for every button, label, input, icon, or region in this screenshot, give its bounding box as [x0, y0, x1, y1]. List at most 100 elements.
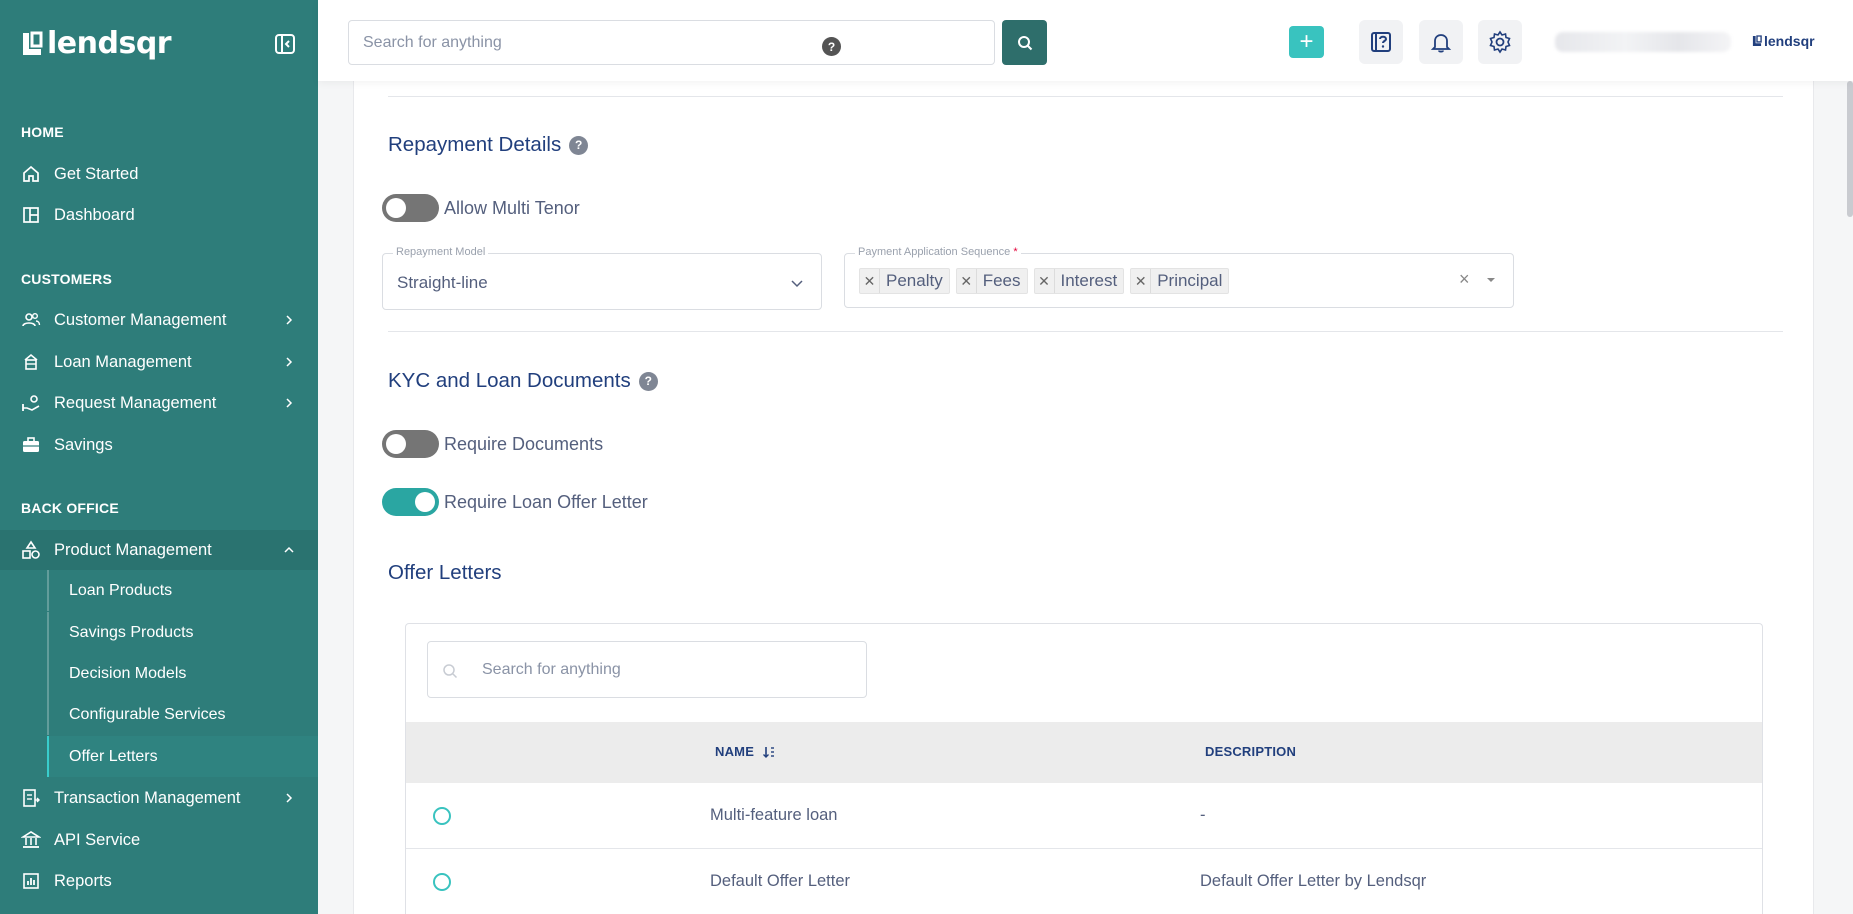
page-scrollbar[interactable] — [1847, 81, 1853, 217]
lendsqr-logo-mark-small — [1752, 35, 1762, 46]
settings-button[interactable] — [1478, 20, 1522, 64]
sidebar-item-customer-management[interactable]: Customer Management — [0, 300, 318, 340]
offer-letters-search-input[interactable] — [428, 642, 866, 697]
sidebar-section-home: HOME — [21, 124, 64, 140]
sort-icon[interactable] — [762, 745, 776, 759]
home-icon — [21, 164, 41, 184]
sidebar-item-get-started[interactable]: Get Started — [0, 154, 318, 194]
allow-multi-tenor-toggle[interactable] — [382, 194, 439, 222]
sequence-tag-label: Interest — [1060, 271, 1118, 290]
chevron-right-icon — [286, 315, 293, 325]
sidebar-item-product-management[interactable]: Product Management — [0, 530, 318, 570]
sidebar: lendsqr HOME Get Started Dashboard CUSTO… — [0, 0, 318, 914]
toggle-knob — [386, 198, 406, 218]
table-row[interactable]: Default Offer Letter Default Offer Lette… — [406, 849, 1762, 914]
chevron-right-icon — [286, 398, 293, 408]
table-row[interactable]: Multi-feature loan - — [406, 783, 1762, 849]
help-icon[interactable]: ? — [569, 135, 589, 155]
remove-tag-icon[interactable]: ✕ — [860, 269, 880, 293]
bank-icon — [21, 830, 41, 850]
column-header-description: DESCRIPTION — [1205, 744, 1296, 759]
require-offer-letter-row: Require Loan Offer Letter — [382, 488, 648, 516]
briefcase-icon — [21, 435, 41, 455]
sequence-tag-label: Penalty — [886, 271, 943, 290]
help-icon[interactable]: ? — [638, 371, 658, 391]
sidebar-subitem-label: Decision Models — [69, 664, 187, 682]
offer-letters-table-card: NAME DESCRIPTION Multi-feature loan - De… — [405, 623, 1763, 914]
repayment-details-title: Repayment Details — [388, 133, 562, 156]
caret-down-icon[interactable] — [1486, 276, 1496, 284]
top-bar: ? + lendsqr — [318, 0, 1853, 81]
product-icon — [21, 540, 41, 560]
sequence-tag: ✕ Fees — [955, 268, 1028, 294]
notifications-button[interactable] — [1419, 20, 1463, 64]
row-select-radio[interactable] — [433, 807, 451, 825]
users-icon — [21, 310, 41, 330]
help-button[interactable] — [1359, 20, 1403, 64]
table-header: NAME DESCRIPTION — [406, 722, 1762, 783]
global-search-input[interactable] — [349, 21, 994, 64]
sidebar-item-savings[interactable]: Savings — [0, 425, 318, 465]
repayment-model-select[interactable]: Repayment Model Straight-line — [382, 246, 822, 310]
sidebar-item-label: API Service — [54, 830, 141, 849]
sidebar-item-label: Request Management — [54, 393, 217, 412]
payment-sequence-multiselect[interactable]: Payment Application Sequence * ✕ Penalty … — [844, 246, 1514, 308]
row-select-radio[interactable] — [433, 873, 451, 891]
sequence-tag: ✕ Principal — [1130, 268, 1230, 294]
toggle-knob — [415, 492, 435, 512]
search-help-icon[interactable]: ? — [822, 37, 841, 56]
payment-sequence-label: Payment Application Sequence * — [855, 246, 1021, 258]
sidebar-item-label: Product Management — [54, 540, 212, 559]
sidebar-subitem-label: Configurable Services — [69, 705, 226, 723]
remove-tag-icon[interactable]: ✕ — [1131, 269, 1152, 293]
sequence-tags: ✕ Penalty ✕ Fees ✕ Interest ✕ Principal — [859, 268, 1235, 294]
search-button[interactable] — [1002, 20, 1047, 65]
sidebar-item-api-service[interactable]: API Service — [0, 820, 318, 860]
allow-multi-tenor-label: Allow Multi Tenor — [444, 197, 580, 218]
gear-icon — [1489, 30, 1511, 54]
row-description: Default Offer Letter by Lendsqr — [1200, 872, 1427, 890]
repayment-details-heading: Repayment Details ? — [388, 133, 589, 157]
sidebar-section-back-office: BACK OFFICE — [21, 500, 119, 516]
sidebar-item-transaction-management[interactable]: Transaction Management — [0, 778, 318, 818]
brand-logo[interactable]: lendsqr — [21, 26, 172, 61]
kyc-title: KYC and Loan Documents — [388, 369, 631, 392]
divider — [388, 331, 1783, 332]
sidebar-subitem-configurable-services[interactable]: Configurable Services — [47, 694, 318, 735]
sidebar-subitem-offer-letters[interactable]: Offer Letters — [47, 736, 318, 777]
offer-letters-heading: Offer Letters — [388, 561, 502, 585]
global-search: ? — [348, 20, 995, 65]
column-header-label: NAME — [715, 744, 755, 759]
require-documents-toggle[interactable] — [382, 430, 439, 458]
allow-multi-tenor-row: Allow Multi Tenor — [382, 194, 580, 222]
sidebar-subitem-decision-models[interactable]: Decision Models — [47, 653, 318, 694]
bell-icon — [1430, 34, 1452, 53]
help-book-icon — [1371, 32, 1391, 52]
remove-tag-icon[interactable]: ✕ — [957, 269, 977, 293]
add-button[interactable]: + — [1289, 26, 1324, 58]
sequence-tag-label: Principal — [1157, 271, 1223, 290]
sidebar-item-reports[interactable]: Reports — [0, 861, 318, 901]
sidebar-subitem-savings-products[interactable]: Savings Products — [47, 612, 318, 653]
user-profile-blurred[interactable] — [1555, 32, 1731, 52]
require-offer-letter-toggle[interactable] — [382, 488, 439, 516]
clear-all-icon[interactable]: × — [1459, 269, 1470, 290]
transaction-icon — [21, 788, 41, 808]
column-header-label: DESCRIPTION — [1205, 744, 1297, 759]
column-header-name[interactable]: NAME — [715, 744, 776, 759]
chevron-up-icon — [284, 546, 294, 553]
sidebar-item-dashboard[interactable]: Dashboard — [0, 195, 318, 235]
remove-tag-icon[interactable]: ✕ — [1035, 269, 1055, 293]
collapse-sidebar-icon[interactable] — [274, 33, 296, 55]
sidebar-item-loan-management[interactable]: Loan Management — [0, 342, 318, 382]
reports-icon — [21, 871, 41, 891]
lendsqr-logo-mark — [23, 31, 43, 55]
tenant-logo: lendsqr — [1752, 33, 1815, 49]
sidebar-subitem-loan-products[interactable]: Loan Products — [47, 570, 318, 611]
tenant-logo-text: lendsqr — [1764, 33, 1815, 49]
sidebar-subitem-label: Loan Products — [69, 581, 173, 599]
sidebar-item-label: Get Started — [54, 164, 139, 183]
sidebar-item-request-management[interactable]: Request Management — [0, 383, 318, 423]
chevron-down-icon — [791, 280, 803, 288]
repayment-model-label: Repayment Model — [393, 246, 489, 258]
